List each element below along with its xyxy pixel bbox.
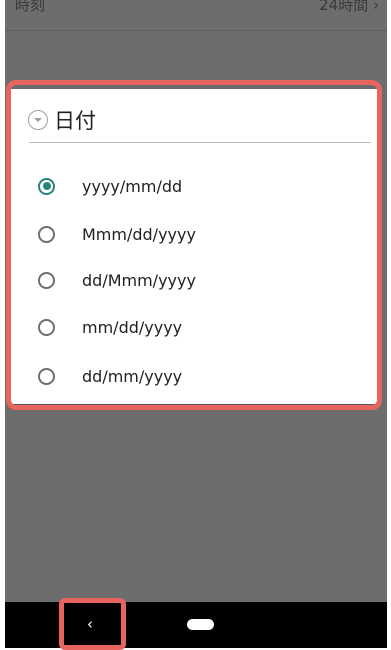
back-button-highlight-frame [59,598,126,650]
time-format-setting-row[interactable]: 時刻 24時間 › [5,0,387,31]
time-setting-value: 24時間 › [319,0,379,14]
time-setting-label: 時刻 [15,0,46,14]
dialog-highlight-frame [6,80,382,410]
home-pill-icon[interactable] [187,619,214,630]
